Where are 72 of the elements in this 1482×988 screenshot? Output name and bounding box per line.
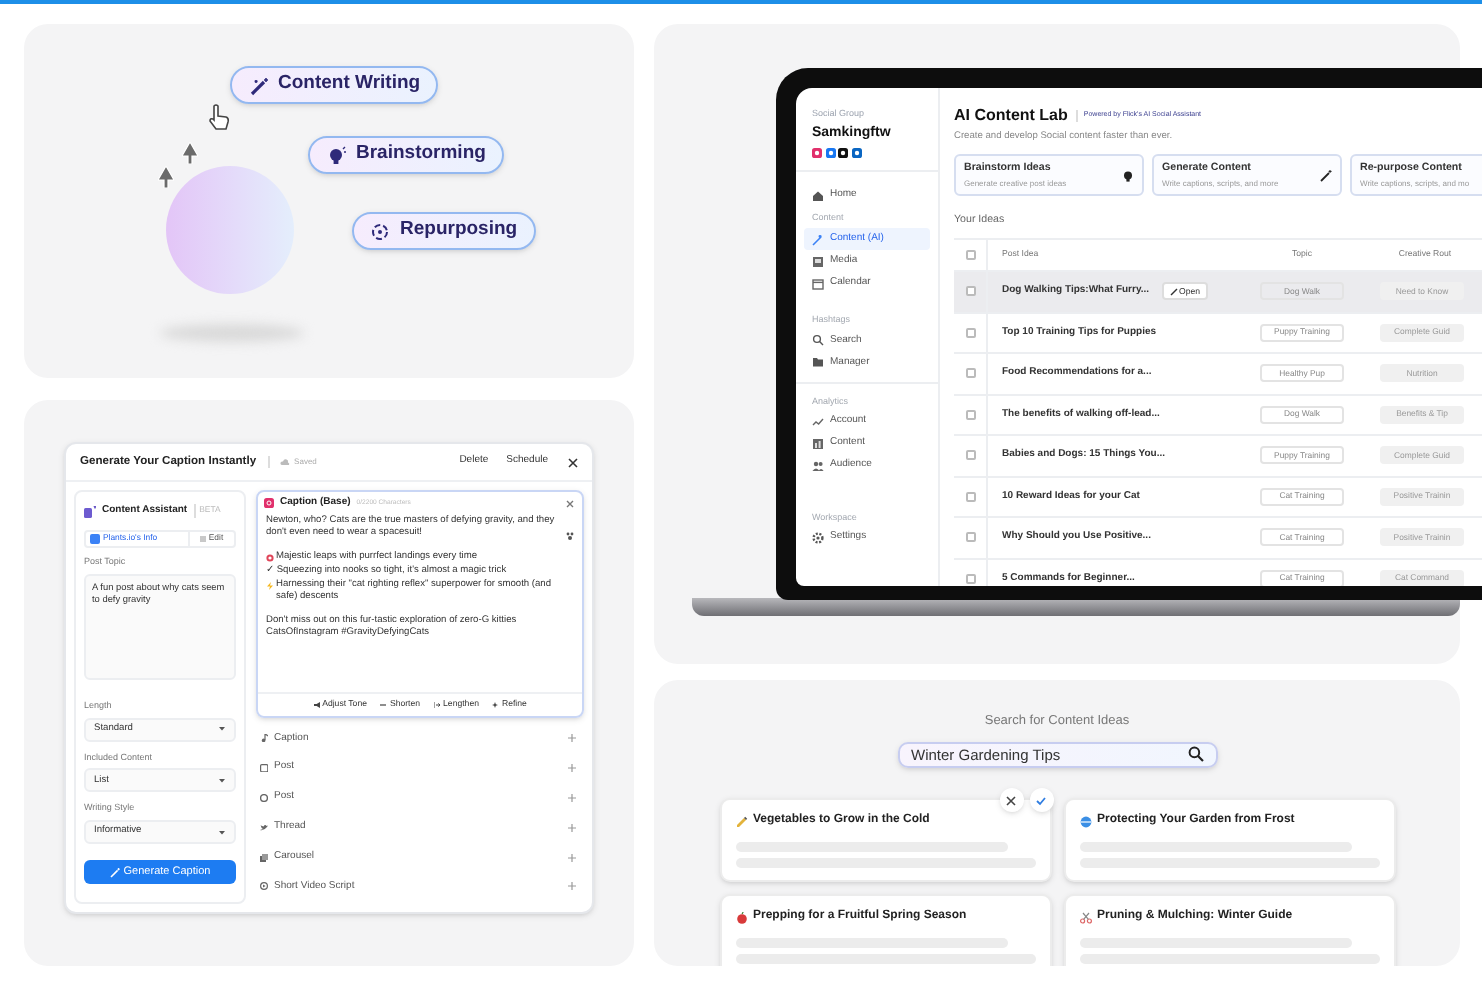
bar-chart-icon xyxy=(812,438,824,450)
minus-icon xyxy=(380,702,387,708)
cursor-icon xyxy=(182,142,198,164)
cycle-icon xyxy=(370,221,390,241)
apple-icon xyxy=(735,911,747,923)
image-icon xyxy=(812,255,824,267)
wand-icon xyxy=(1320,169,1332,182)
checkbox[interactable] xyxy=(90,534,99,544)
play-circle-icon xyxy=(260,882,268,891)
cloud-icon xyxy=(280,458,291,466)
page-title: AI Content Lab xyxy=(954,104,1068,128)
calendar-icon xyxy=(812,277,824,289)
caret-icon xyxy=(218,829,226,835)
paw-icon xyxy=(566,531,574,540)
instagram-icon xyxy=(812,148,822,159)
plus-icon xyxy=(568,764,576,773)
home-icon xyxy=(812,189,824,202)
instagram-icon xyxy=(264,498,274,508)
search-icon xyxy=(812,334,824,347)
expand-icon xyxy=(434,702,441,708)
megaphone-icon xyxy=(313,702,320,708)
settings-icon xyxy=(812,531,824,544)
plus-icon xyxy=(568,853,576,862)
lightning-icon xyxy=(266,582,274,591)
close-icon xyxy=(566,499,574,507)
close-icon xyxy=(567,457,577,467)
checkbox[interactable] xyxy=(965,450,975,461)
checkbox[interactable] xyxy=(965,491,975,502)
wand-icon xyxy=(812,233,824,245)
plus-icon xyxy=(568,793,576,802)
scissors-icon xyxy=(1079,911,1091,923)
checkbox[interactable] xyxy=(965,250,975,261)
caret-icon xyxy=(218,726,226,732)
close-button[interactable] xyxy=(566,456,578,468)
facebook-icon xyxy=(825,148,835,159)
stack-icon xyxy=(260,853,268,862)
trend-line-icon xyxy=(812,416,824,428)
checkbox[interactable] xyxy=(965,286,975,297)
caret-icon xyxy=(218,777,226,784)
wand-icon xyxy=(109,867,120,877)
plus-icon xyxy=(568,823,576,832)
checkbox[interactable] xyxy=(965,327,975,338)
target-icon xyxy=(266,553,274,562)
people-icon xyxy=(812,460,824,472)
search-icon xyxy=(1187,746,1203,763)
bird-icon xyxy=(260,823,268,832)
tiktok-icon xyxy=(838,148,848,159)
feature-pill: Content Writing xyxy=(230,66,439,104)
lightbulb-icon xyxy=(1122,169,1134,182)
music-note-icon xyxy=(260,734,268,743)
checkbox[interactable] xyxy=(965,409,975,420)
plus-icon xyxy=(568,882,576,891)
globe-icon xyxy=(1079,815,1091,827)
checkbox[interactable] xyxy=(965,368,975,379)
pencil-icon xyxy=(1169,287,1178,296)
plus-icon xyxy=(568,734,576,743)
checkbox[interactable] xyxy=(965,573,975,584)
pencil-icon xyxy=(735,815,747,827)
checkbox[interactable] xyxy=(965,532,975,543)
feature-pill: Repurposing xyxy=(352,212,536,250)
close-icon xyxy=(1006,795,1016,805)
lightbulb-icon xyxy=(326,145,346,165)
hand-pointer-icon xyxy=(208,104,230,130)
feature-pill: Brainstorming xyxy=(308,136,504,174)
folder-icon xyxy=(812,356,824,369)
sparkle-doc-icon xyxy=(84,505,96,517)
sparkle-icon xyxy=(492,702,499,708)
wand-icon xyxy=(248,75,268,95)
dismiss-button[interactable] xyxy=(999,788,1023,812)
cursor-icon xyxy=(158,166,174,188)
linkedin-icon xyxy=(851,148,861,159)
check-icon xyxy=(1036,795,1046,805)
